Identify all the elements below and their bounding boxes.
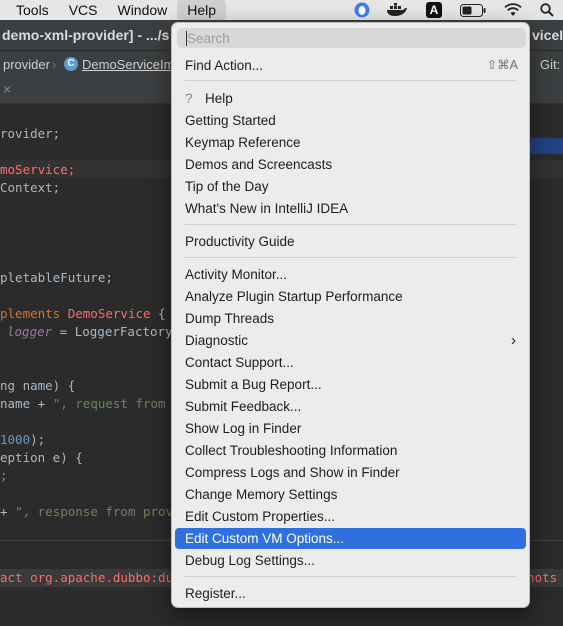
menu-item-show-log[interactable]: Show Log in Finder <box>175 418 526 439</box>
search-icon[interactable] <box>536 0 558 20</box>
window-title: demo-xml-provider] - .../s <box>2 27 170 43</box>
code-line: pletableFuture; <box>0 270 113 285</box>
menu-item-find-action[interactable]: Find Action... ⇧⌘A <box>175 55 526 76</box>
menu-item-demos[interactable]: Demos and Screencasts <box>175 154 526 175</box>
code-text: ); <box>30 432 46 447</box>
menu-item-submit-feedback[interactable]: Submit Feedback... <box>175 396 526 417</box>
menu-item-productivity-guide[interactable]: Productivity Guide <box>175 231 526 252</box>
code-text: = LoggerFactory.g <box>52 324 188 339</box>
code-line: ng name) { <box>0 378 76 393</box>
code-line: eption e) { <box>0 450 83 465</box>
input-method-letter: A <box>426 2 442 18</box>
qq-icon[interactable] <box>352 0 372 20</box>
code-keyword: plements <box>0 306 68 321</box>
menu-item-label: Find Action... <box>185 58 264 73</box>
wifi-icon[interactable] <box>502 0 524 20</box>
menu-item-whats-new[interactable]: What's New in IntelliJ IDEA <box>175 198 526 219</box>
menu-item-edit-custom-properties[interactable]: Edit Custom Properties... <box>175 506 526 527</box>
menu-separator <box>185 224 517 225</box>
close-tab-icon[interactable]: × <box>3 81 11 97</box>
code-line: 1000); <box>0 432 45 447</box>
code-line: ; <box>0 468 8 483</box>
help-icon: ? <box>185 91 193 106</box>
menu-item-getting-started[interactable]: Getting Started <box>175 110 526 131</box>
menu-item-label: Diagnostic <box>185 333 249 348</box>
code-text: + <box>0 504 16 519</box>
text-caret <box>186 31 187 46</box>
code-line: Context; <box>0 180 61 195</box>
menu-separator <box>185 80 517 81</box>
code-line: logger = LoggerFactory.g <box>7 324 188 339</box>
menu-window[interactable]: Window <box>107 0 177 20</box>
code-text: name + <box>0 396 53 411</box>
menu-item-help[interactable]: ? Help <box>175 88 526 109</box>
menu-item-keymap-reference[interactable]: Keymap Reference <box>175 132 526 153</box>
help-search-placeholder: Search <box>187 31 230 46</box>
menu-item-tip-of-day[interactable]: Tip of the Day <box>175 176 526 197</box>
battery-icon[interactable] <box>458 0 488 20</box>
menu-separator <box>185 576 517 577</box>
menu-separator <box>185 257 517 258</box>
menu-item-contact-support[interactable]: Contact Support... <box>175 352 526 373</box>
code-line: name + ", request from co <box>0 396 188 411</box>
code-line: plements DemoService { <box>0 306 166 321</box>
help-search-field[interactable]: Search <box>177 28 526 48</box>
menu-item-label: Help <box>205 91 233 106</box>
menu-help[interactable]: Help <box>177 0 227 20</box>
breadcrumb-separator-icon: › <box>52 57 57 72</box>
menu-item-activity-monitor[interactable]: Activity Monitor... <box>175 264 526 285</box>
menu-item-change-memory[interactable]: Change Memory Settings <box>175 484 526 505</box>
code-number: 1000 <box>0 432 31 447</box>
vcs-label: Git: <box>540 57 561 72</box>
code-string: ", response from provic <box>15 504 189 519</box>
menu-item-register[interactable]: Register... <box>175 583 526 604</box>
breadcrumb-class[interactable]: DemoServiceIm <box>82 51 174 78</box>
menu-item-diagnostic[interactable]: Diagnostic › <box>175 330 526 351</box>
code-line: moService; <box>0 162 76 177</box>
menu-vcs[interactable]: VCS <box>59 0 108 20</box>
menu-item-debug-log[interactable]: Debug Log Settings... <box>175 550 526 571</box>
code-class: DemoService <box>67 306 151 321</box>
menu-item-analyze-plugin[interactable]: Analyze Plugin Startup Performance <box>175 286 526 307</box>
code-field: logger <box>7 324 53 339</box>
macos-menu-bar: Tools VCS Window Help A <box>0 0 563 20</box>
code-line: rovider; <box>0 126 61 141</box>
code-string: ", request from co <box>52 396 189 411</box>
menu-item-collect-troubleshooting[interactable]: Collect Troubleshooting Information <box>175 440 526 461</box>
console-error-text: act org.apache.dubbo:dub <box>0 570 181 585</box>
shortcut-label: ⇧⌘A <box>486 58 518 72</box>
code-text: { <box>150 306 166 321</box>
window-title-right: viceI <box>532 27 563 43</box>
menu-item-compress-logs[interactable]: Compress Logs and Show in Finder <box>175 462 526 483</box>
menu-tools[interactable]: Tools <box>0 0 59 20</box>
code-line: + ", response from provic <box>0 504 188 519</box>
input-method-icon[interactable]: A <box>424 0 444 20</box>
docker-icon[interactable] <box>384 0 410 20</box>
menu-item-dump-threads[interactable]: Dump Threads <box>175 308 526 329</box>
class-icon: C <box>64 57 78 71</box>
breadcrumb-provider[interactable]: provider <box>3 51 50 78</box>
menu-item-edit-custom-vm[interactable]: Edit Custom VM Options... <box>175 528 526 549</box>
help-menu: Search Find Action... ⇧⌘A ? Help Getting … <box>171 22 530 608</box>
menu-item-submit-bug[interactable]: Submit a Bug Report... <box>175 374 526 395</box>
chevron-right-icon: › <box>511 332 516 349</box>
